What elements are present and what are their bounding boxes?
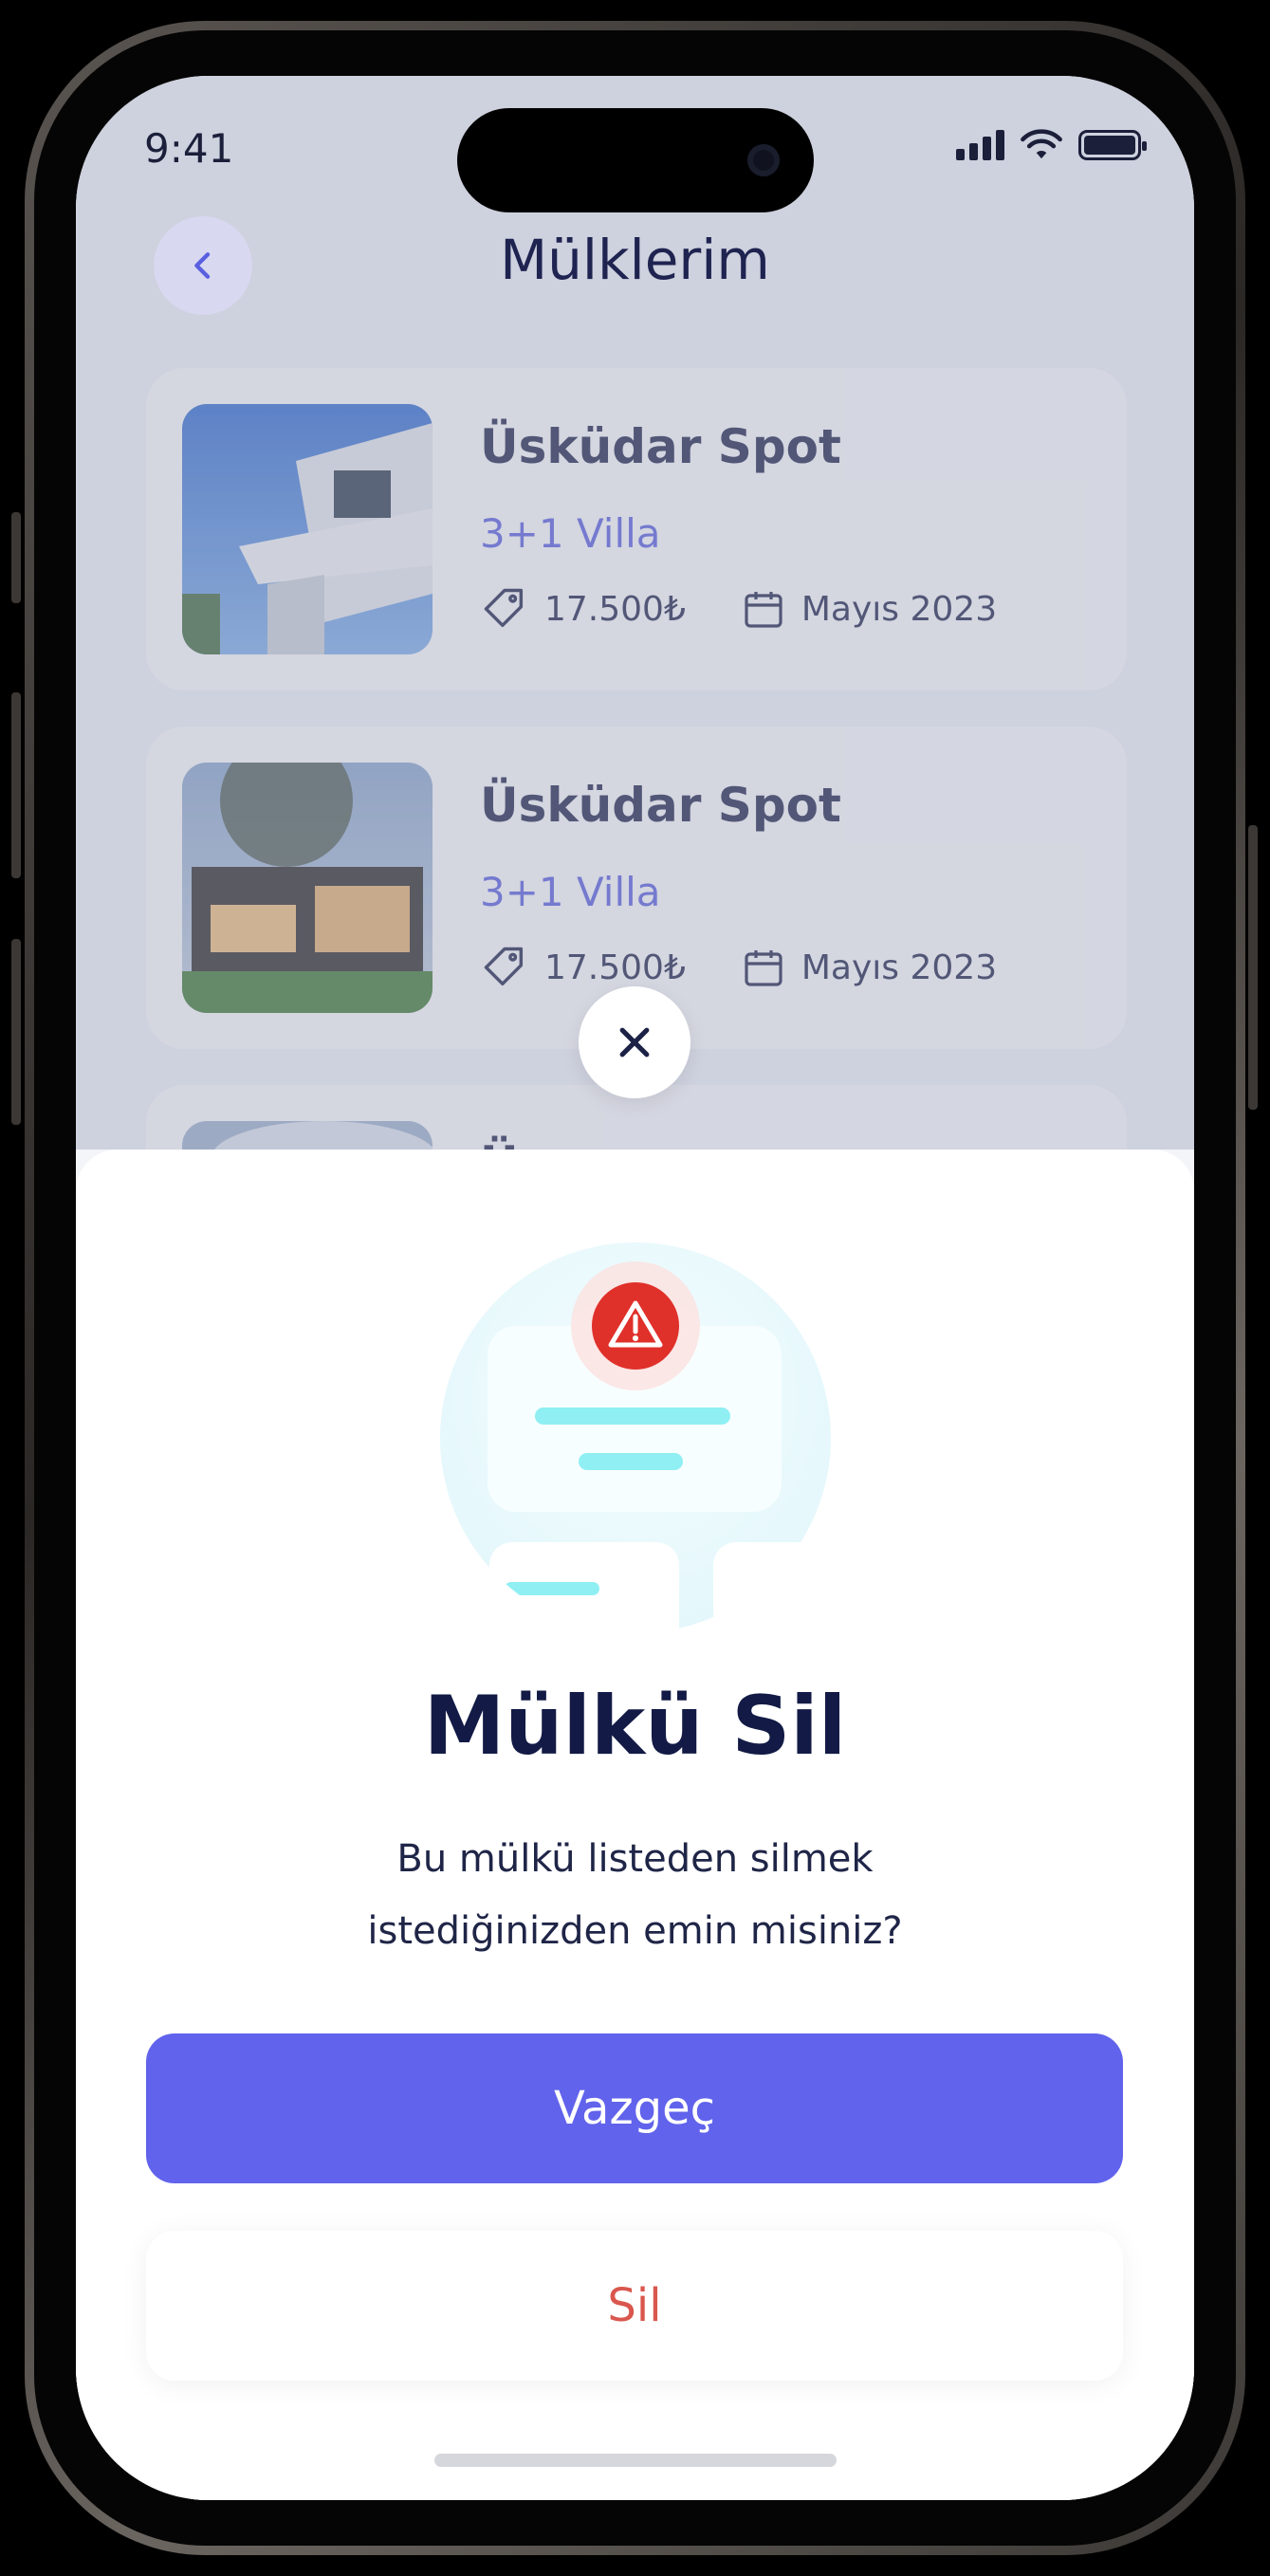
- power-button: [1248, 825, 1258, 1110]
- status-icons: [956, 129, 1147, 161]
- page-title: Mülklerim: [500, 228, 770, 292]
- close-icon: [619, 1027, 650, 1058]
- dialog-title: Mülkü Sil: [423, 1679, 847, 1774]
- dialog-message: Bu mülkü listeden silmek istediğinizden …: [266, 1823, 1004, 1967]
- delete-button[interactable]: Sil: [146, 2231, 1123, 2381]
- dynamic-island: [457, 108, 814, 212]
- cancel-button[interactable]: Vazgeç: [146, 2033, 1123, 2183]
- wifi-icon: [1021, 129, 1062, 159]
- volume-up-button: [11, 692, 21, 878]
- camera-icon: [747, 144, 780, 176]
- dialog-message-line: Bu mülkü listeden silmek: [396, 1837, 874, 1881]
- battery-icon: [1078, 130, 1147, 160]
- dialog-message-line: istediğinizden emin misiniz?: [367, 1909, 903, 1953]
- close-modal-button[interactable]: [579, 986, 690, 1098]
- status-time: 9:41: [144, 125, 234, 172]
- signal-icon: [956, 130, 1004, 160]
- action-button: [11, 512, 21, 603]
- phone-screen: Üsküdar Spot 3+1 Villa 17.500₺ Mayıs 202…: [76, 76, 1194, 2500]
- volume-down-button: [11, 939, 21, 1125]
- home-indicator: [434, 2454, 837, 2467]
- delete-illustration: [440, 1242, 831, 1633]
